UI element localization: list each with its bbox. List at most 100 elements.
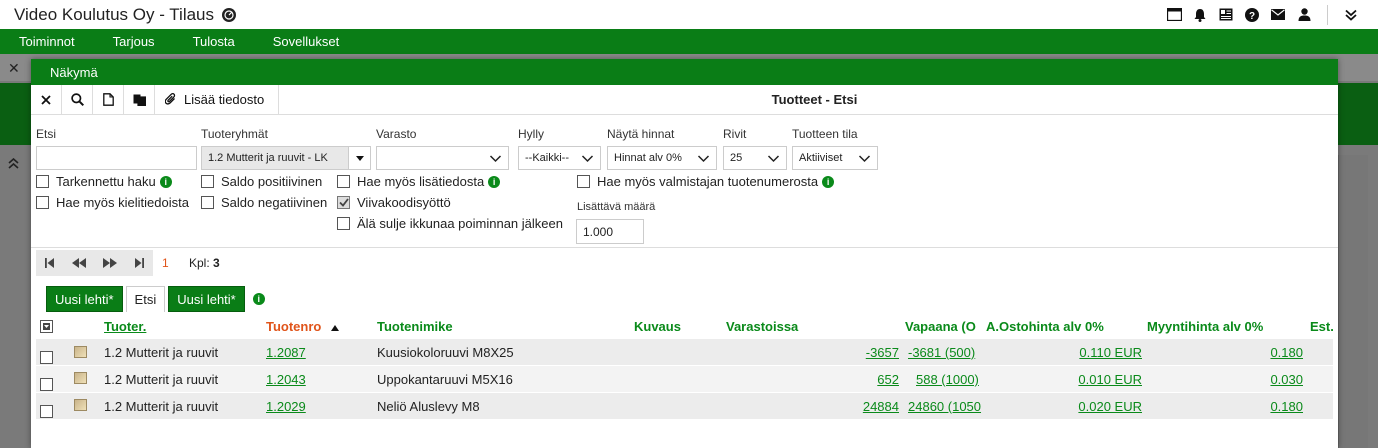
close-icon[interactable]: ✕ bbox=[8, 60, 20, 77]
add-quantity-input[interactable]: 1.000 bbox=[576, 219, 644, 244]
help-icon[interactable]: ? bbox=[1239, 0, 1265, 29]
row-purchase-price[interactable]: 0.020 EUR bbox=[1078, 399, 1142, 414]
search-additional-info-checkbox[interactable]: Hae myös lisätiedosta i bbox=[337, 174, 501, 189]
keep-window-open-checkbox[interactable]: Älä sulje ikkunaa poiminnan jälkeen bbox=[337, 216, 563, 231]
column-sale-price[interactable]: Myyntihinta alv 0% bbox=[1147, 319, 1263, 334]
barcode-input-checkbox[interactable]: Viivakoodisyöttö bbox=[337, 195, 451, 210]
column-code[interactable]: Tuotenro bbox=[266, 319, 339, 334]
search-manufacturer-number-checkbox[interactable]: Hae myös valmistajan tuotenumerosta i bbox=[577, 174, 835, 189]
shelf-value: --Kaikki-- bbox=[525, 152, 569, 164]
edit-icon[interactable] bbox=[74, 372, 87, 384]
checkbox[interactable] bbox=[201, 196, 214, 209]
checkbox-checked[interactable] bbox=[337, 196, 350, 209]
column-purchase-price[interactable]: A.Ostohinta alv 0% bbox=[986, 319, 1104, 334]
row-code[interactable]: 1.2043 bbox=[266, 372, 306, 387]
search-language-info-checkbox[interactable]: Hae myös kielitiedoista bbox=[36, 195, 189, 210]
info-icon[interactable]: i bbox=[822, 175, 835, 188]
checkbox[interactable] bbox=[337, 175, 350, 188]
row-code[interactable]: 1.2029 bbox=[266, 399, 306, 414]
user-icon[interactable] bbox=[1291, 0, 1317, 29]
window-icon[interactable] bbox=[1161, 0, 1187, 29]
shelf-select[interactable]: --Kaikki-- bbox=[518, 146, 601, 170]
product-groups-select[interactable]: 1.2 Mutterit ja ruuvit - LK bbox=[201, 146, 371, 170]
table-row[interactable]: 1.2 Mutterit ja ruuvit 1.2043 Uppokantar… bbox=[36, 365, 1333, 392]
search-additional-info-label: Hae myös lisätiedosta bbox=[357, 174, 485, 189]
row-stock[interactable]: 24884 bbox=[863, 399, 899, 414]
balance-negative-checkbox[interactable]: Saldo negatiivinen bbox=[201, 195, 327, 210]
warehouse-select[interactable] bbox=[376, 146, 509, 170]
first-page-icon[interactable] bbox=[44, 256, 54, 271]
balance-positive-checkbox[interactable]: Saldo positiivinen bbox=[201, 174, 322, 189]
show-prices-select[interactable]: Hinnat alv 0% bbox=[607, 146, 717, 170]
pager: 1 Kpl: 3 bbox=[31, 248, 1338, 278]
current-page[interactable]: 1 bbox=[162, 256, 169, 270]
chevrons-up-icon[interactable] bbox=[8, 157, 19, 172]
show-prices-value: Hinnat alv 0% bbox=[614, 152, 682, 164]
previous-page-icon[interactable] bbox=[71, 256, 86, 271]
checkbox[interactable] bbox=[36, 175, 49, 188]
checkbox[interactable] bbox=[36, 196, 49, 209]
close-button[interactable] bbox=[31, 85, 62, 114]
last-page-icon[interactable] bbox=[135, 256, 145, 271]
search-input[interactable] bbox=[36, 146, 197, 170]
menu-sovellukset[interactable]: Sovellukset bbox=[254, 34, 358, 49]
row-sale-price[interactable]: 0.180 bbox=[1270, 399, 1303, 414]
barcode-input-label: Viivakoodisyöttö bbox=[357, 195, 451, 210]
edit-icon[interactable] bbox=[74, 346, 87, 358]
checkbox[interactable] bbox=[577, 175, 590, 188]
search-button[interactable] bbox=[62, 85, 93, 114]
close-icon bbox=[41, 94, 51, 105]
checkbox[interactable] bbox=[337, 217, 350, 230]
chevrons-down-icon[interactable] bbox=[1338, 0, 1364, 29]
result-count: Kpl: 3 bbox=[189, 256, 220, 270]
column-in-stock[interactable]: Varastoissa bbox=[726, 319, 798, 334]
row-stock[interactable]: -3657 bbox=[866, 345, 899, 360]
table-row[interactable]: 1.2 Mutterit ja ruuvit 1.2029 Neliö Alus… bbox=[36, 392, 1333, 419]
news-icon[interactable] bbox=[1213, 0, 1239, 29]
table-row[interactable]: 1.2 Mutterit ja ruuvit 1.2087 Kuusiokolo… bbox=[36, 338, 1333, 365]
add-file-button[interactable]: Lisää tiedosto bbox=[155, 85, 280, 114]
row-sale-price[interactable]: 0.180 bbox=[1270, 345, 1303, 360]
column-group[interactable]: Tuoter. bbox=[104, 319, 146, 334]
balance-negative-label: Saldo negatiivinen bbox=[221, 195, 328, 210]
checkbox[interactable] bbox=[201, 175, 214, 188]
new-document-button[interactable] bbox=[93, 85, 124, 114]
results-table: Tuoter. Tuotenro Tuotenimike Kuvaus Vara… bbox=[36, 315, 1334, 419]
row-stock[interactable]: 652 bbox=[877, 372, 899, 387]
info-icon[interactable]: i bbox=[488, 175, 501, 188]
next-page-icon[interactable] bbox=[103, 256, 118, 271]
tab-search[interactable]: Etsi bbox=[125, 286, 166, 312]
row-code[interactable]: 1.2087 bbox=[266, 345, 306, 360]
dashboard-icon[interactable] bbox=[222, 7, 237, 22]
mail-icon[interactable] bbox=[1265, 0, 1291, 29]
row-sale-price[interactable]: 0.030 bbox=[1270, 372, 1303, 387]
row-purchase-price[interactable]: 0.010 EUR bbox=[1078, 372, 1142, 387]
edit-icon[interactable] bbox=[74, 399, 87, 411]
paste-button[interactable] bbox=[124, 85, 155, 114]
menu-toiminnot[interactable]: Toiminnot bbox=[0, 34, 94, 49]
menu-tarjous[interactable]: Tarjous bbox=[94, 34, 174, 49]
column-description[interactable]: Kuvaus bbox=[634, 319, 681, 334]
row-free[interactable]: 588 (1000) bbox=[916, 372, 979, 387]
tab-new-sheet-2[interactable]: Uusi lehti* bbox=[168, 286, 245, 312]
tab-new-sheet-1[interactable]: Uusi lehti* bbox=[46, 286, 123, 312]
product-status-select[interactable]: Aktiiviset bbox=[792, 146, 878, 170]
select-all-checkbox[interactable] bbox=[40, 320, 53, 336]
row-free[interactable]: 24860 (1050 bbox=[908, 399, 981, 414]
row-free[interactable]: -3681 (500) bbox=[908, 345, 975, 360]
column-name[interactable]: Tuotenimike bbox=[377, 319, 453, 334]
column-free[interactable]: Vapaana (O bbox=[905, 319, 985, 334]
caret-down-icon[interactable] bbox=[348, 147, 370, 169]
rows-select[interactable]: 25 bbox=[723, 146, 787, 170]
column-est[interactable]: Est. bbox=[1310, 319, 1334, 334]
search-label: Etsi bbox=[36, 127, 57, 141]
search-icon bbox=[70, 93, 84, 106]
advanced-search-label: Tarkennettu haku bbox=[56, 174, 156, 189]
balance-positive-label: Saldo positiivinen bbox=[221, 174, 323, 189]
row-purchase-price[interactable]: 0.110 EUR bbox=[1079, 345, 1142, 360]
bell-icon[interactable] bbox=[1187, 0, 1213, 29]
info-icon[interactable]: i bbox=[252, 293, 265, 305]
info-icon[interactable]: i bbox=[159, 175, 172, 188]
menu-tulosta[interactable]: Tulosta bbox=[174, 34, 254, 49]
advanced-search-checkbox[interactable]: Tarkennettu haku i bbox=[36, 174, 172, 189]
